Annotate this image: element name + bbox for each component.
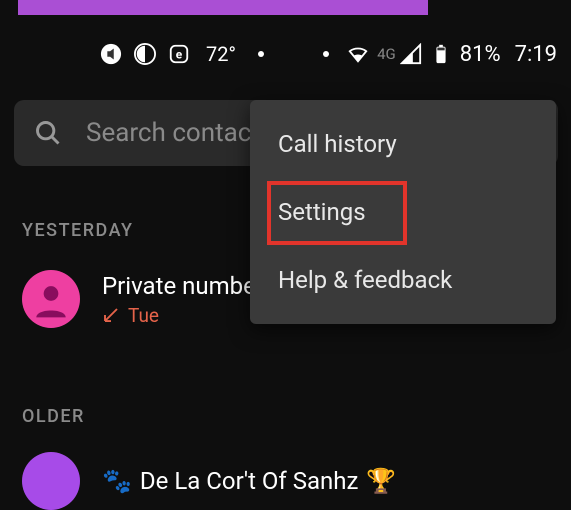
status-dot	[258, 51, 264, 57]
svg-text:e: e	[176, 48, 183, 62]
menu-item-help-feedback[interactable]: Help & feedback	[250, 246, 556, 314]
signal-icon	[400, 43, 422, 65]
section-header-yesterday: YESTERDAY	[22, 220, 134, 241]
accent-bar	[18, 0, 428, 15]
contact-emoji-prefix: 🐾	[102, 467, 132, 495]
contact-emoji-suffix: 🏆	[366, 467, 396, 495]
caller-name: Private number	[102, 272, 264, 300]
avatar	[22, 452, 80, 510]
menu-item-call-history[interactable]: Call history	[250, 110, 556, 178]
call-meta: Tue	[102, 304, 264, 327]
battery-icon	[430, 43, 452, 65]
call-day: Tue	[128, 304, 159, 327]
missed-call-icon	[102, 306, 120, 324]
dnd-icon	[134, 43, 156, 65]
status-dot	[323, 51, 329, 57]
network-label: 4G	[377, 45, 396, 63]
status-bar: e 72° 4G 81% 7:19	[0, 36, 571, 72]
battery-percent: 81%	[460, 42, 501, 67]
search-icon	[34, 119, 62, 147]
call-row[interactable]: 🐾 De La Cor't Of Sanhz 🏆	[22, 452, 571, 510]
section-header-older: OLDER	[22, 406, 85, 427]
temperature: 72°	[206, 42, 236, 66]
menu-item-settings[interactable]: Settings	[250, 178, 556, 246]
caller-name: De La Cor't Of Sanhz	[140, 467, 358, 495]
wifi-icon	[347, 43, 369, 65]
app-icon: e	[168, 43, 190, 65]
clock: 7:19	[515, 42, 557, 67]
sound-icon	[100, 43, 122, 65]
overflow-menu: Call history Settings Help & feedback	[250, 100, 556, 324]
avatar	[22, 270, 80, 328]
